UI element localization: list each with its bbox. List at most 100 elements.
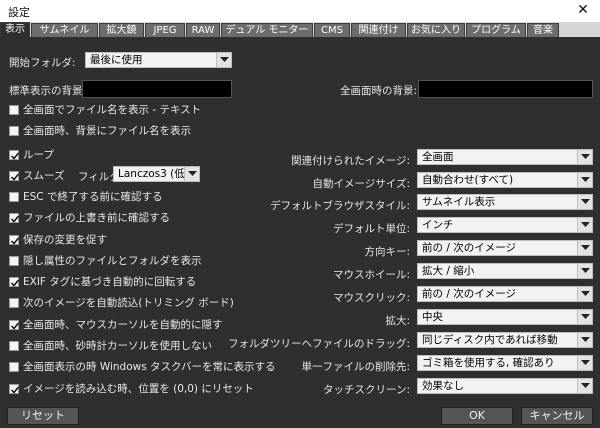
chevron-down-icon bbox=[577, 310, 592, 324]
checkbox-label: 全画面でファイル名を表示 - テキスト bbox=[23, 104, 202, 116]
auto-image-size-dropdown[interactable]: 自動合わせ(すべて) bbox=[417, 172, 593, 188]
touchscreen-dropdown[interactable]: 効果なし bbox=[417, 378, 593, 394]
dialog-footer: リセット OK キャンセル bbox=[0, 403, 600, 428]
settings-panel: 開始フォルダ: 最後に使用 標準表示の背景: 全画面時の背景: 全画面でファイル… bbox=[0, 37, 600, 403]
chevron-down-icon bbox=[577, 150, 592, 164]
mouse-wheel-dropdown[interactable]: 拡大 / 縮小 bbox=[417, 263, 593, 279]
dropdown-value: インチ bbox=[422, 219, 454, 231]
checkbox-label: 保存の変更を促す bbox=[23, 234, 107, 246]
close-icon[interactable]: ✕ bbox=[566, 0, 600, 22]
chevron-down-icon bbox=[577, 218, 592, 232]
checkbox-label: 全画面時、砂時計カーソルを使用しない bbox=[23, 340, 212, 352]
tab-thumbnail[interactable]: サムネイル bbox=[31, 23, 98, 37]
start-folder-label: 開始フォルダ: bbox=[9, 57, 76, 69]
reset-button[interactable]: リセット bbox=[7, 407, 79, 425]
zoom-dropdown[interactable]: 中央 bbox=[417, 309, 593, 325]
check-icon bbox=[10, 173, 20, 181]
checkbox-box bbox=[9, 298, 19, 308]
browser-style-dropdown[interactable]: サムネイル表示 bbox=[417, 194, 593, 210]
check-icon bbox=[10, 386, 20, 394]
checkbox-box bbox=[9, 126, 19, 136]
mouse-click-dropdown[interactable]: 前の / 次のイメージ bbox=[417, 286, 593, 302]
tab-strip: 表示 サムネイル 拡大鏡 JPEG RAW デュアル モニター CMS 関連付け… bbox=[0, 22, 600, 38]
associated-image-dropdown[interactable]: 全画面 bbox=[417, 149, 593, 165]
default-unit-dropdown[interactable]: インチ bbox=[417, 217, 593, 233]
chevron-down-icon bbox=[184, 167, 199, 181]
tab-programs[interactable]: プログラム bbox=[466, 23, 526, 37]
ok-button[interactable]: OK bbox=[441, 407, 513, 425]
checkbox-label: 全画面表示の時 Windows タスクバーを常に表示する bbox=[23, 361, 276, 373]
chevron-down-icon bbox=[577, 241, 592, 255]
chevron-down-icon bbox=[216, 53, 231, 67]
check-icon bbox=[10, 152, 20, 160]
checkbox-label: イメージを読み込む時、位置を (0,0) にリセット bbox=[23, 383, 254, 395]
checkbox-box bbox=[9, 192, 19, 202]
folder-tree-drag-dropdown[interactable]: 同じディスク内であれば移動 bbox=[417, 332, 593, 348]
tab-associations[interactable]: 関連付け bbox=[351, 23, 406, 37]
fullscreen-bg-color-swatch[interactable] bbox=[418, 80, 593, 98]
std-bg-color-swatch[interactable] bbox=[82, 80, 232, 98]
delete-target-label: 単一ファイルの削除先: bbox=[301, 361, 410, 373]
chevron-down-icon bbox=[577, 287, 592, 301]
zoom-label: 拡大: bbox=[385, 315, 410, 327]
touchscreen-label: タッチスクリーン: bbox=[322, 384, 410, 396]
checkbox-label: 次のイメージを自動読込(トリミング ボード) bbox=[23, 297, 234, 309]
checkbox-box bbox=[9, 235, 20, 245]
tab-dual-monitor[interactable]: デュアル モニター bbox=[221, 23, 313, 37]
checkbox-label: ESC で終了する前に確認する bbox=[23, 191, 163, 203]
auto-image-size-label: 自動イメージサイズ: bbox=[312, 178, 410, 190]
tab-jpeg[interactable]: JPEG bbox=[145, 23, 185, 37]
mouse-click-label: マウスクリック: bbox=[332, 292, 410, 304]
checkbox-label: 隠し属性のファイルとフォルダを表示 bbox=[23, 255, 202, 267]
tab-favorites[interactable]: お気に入り bbox=[407, 23, 465, 37]
checkbox-box bbox=[9, 277, 20, 287]
checkbox-label: EXIF タグに基づき自動的に回転する bbox=[23, 276, 197, 288]
chevron-down-icon bbox=[577, 173, 592, 187]
cancel-button[interactable]: キャンセル bbox=[521, 407, 593, 425]
arrow-keys-dropdown[interactable]: 前の / 次のイメージ bbox=[417, 240, 593, 256]
arrow-keys-label: 方向キー: bbox=[364, 246, 410, 258]
checkbox-label: 全画面時、背景にファイル名を表示 bbox=[23, 125, 191, 137]
checkbox-box bbox=[9, 171, 20, 181]
checkbox-box bbox=[9, 341, 19, 351]
checkbox-label: ループ bbox=[23, 149, 54, 161]
tab-raw[interactable]: RAW bbox=[186, 23, 220, 37]
checkbox-box bbox=[9, 213, 20, 223]
title-bar: 設定 ✕ bbox=[0, 0, 600, 22]
checkbox-box bbox=[9, 384, 20, 394]
dropdown-value: 前の / 次のイメージ bbox=[422, 242, 517, 254]
checkbox-label: ファイルの上書き前に確認する bbox=[23, 212, 170, 224]
tab-cms[interactable]: CMS bbox=[314, 23, 350, 37]
check-icon bbox=[10, 322, 20, 330]
start-folder-dropdown[interactable]: 最後に使用 bbox=[85, 52, 232, 68]
dropdown-value: 中央 bbox=[422, 311, 443, 323]
checkbox-box bbox=[9, 320, 20, 330]
dropdown-value: 全画面 bbox=[422, 151, 454, 163]
chevron-down-icon bbox=[577, 379, 592, 393]
mouse-wheel-label: マウスホイール: bbox=[332, 269, 410, 281]
dropdown-value: サムネイル表示 bbox=[422, 196, 496, 208]
chevron-down-icon bbox=[577, 264, 592, 278]
checkbox-label: スムーズ bbox=[23, 170, 65, 182]
check-icon bbox=[10, 279, 20, 287]
fullscreen-bg-label: 全画面時の背景: bbox=[340, 85, 418, 97]
check-icon bbox=[10, 215, 20, 223]
dropdown-value: 同じディスク内であれば移動 bbox=[422, 334, 558, 346]
std-bg-label: 標準表示の背景: bbox=[9, 85, 87, 97]
tab-music[interactable]: 音楽 bbox=[527, 23, 559, 37]
checkbox-box bbox=[9, 362, 19, 372]
checkbox-box bbox=[9, 105, 19, 115]
delete-target-dropdown[interactable]: ゴミ箱を使用する, 確認あり bbox=[417, 355, 593, 371]
dropdown-value: 自動合わせ(すべて) bbox=[422, 174, 514, 186]
dropdown-value: ゴミ箱を使用する, 確認あり bbox=[422, 357, 555, 369]
window-title: 設定 bbox=[8, 6, 30, 19]
tab-magnifier[interactable]: 拡大鏡 bbox=[99, 23, 144, 37]
dropdown-value: 前の / 次のイメージ bbox=[422, 288, 517, 300]
chevron-down-icon bbox=[577, 333, 592, 347]
tab-display[interactable]: 表示 bbox=[0, 22, 30, 38]
associated-image-label: 関連付けられたイメージ: bbox=[291, 155, 410, 167]
chevron-down-icon bbox=[577, 195, 592, 209]
default-unit-label: デフォルト単位: bbox=[332, 223, 410, 235]
checkbox-label: 全画面時、マウスカーソルを自動的に隠す bbox=[23, 319, 223, 331]
filter-dropdown[interactable]: Lanczos3 (低速 bbox=[113, 166, 200, 182]
